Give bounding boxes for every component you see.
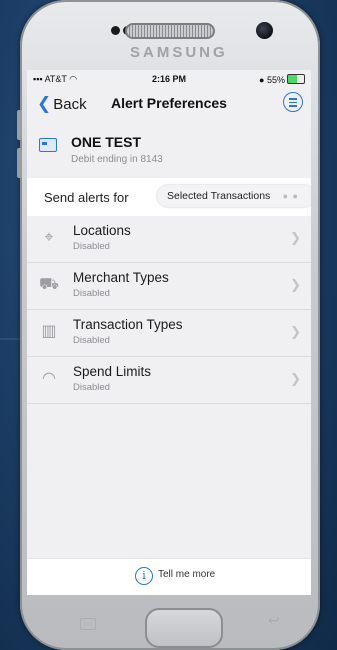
- speedometer-icon: ◠: [42, 370, 56, 387]
- page-title: Alert Preferences: [111, 95, 227, 111]
- list-item-title: Locations: [73, 223, 131, 238]
- map-pin-icon: ⌖: [44, 229, 54, 246]
- list-item-merchant-types[interactable]: ⛟ Merchant Types Disabled ❯: [27, 263, 311, 310]
- tell-me-more-footer[interactable]: i Tell me more: [27, 558, 311, 595]
- battery-icon: [287, 74, 305, 84]
- account-subtitle: Debit ending in 8143: [71, 154, 163, 165]
- info-icon: i: [135, 567, 153, 585]
- volume-button: [17, 148, 22, 178]
- status-bar: ▪▪▪ AT&T ◠ 2:16 PM ● 55%: [27, 70, 311, 88]
- sensor-dot: [111, 26, 120, 35]
- home-button[interactable]: [145, 608, 223, 648]
- list-item-transaction-types[interactable]: ▥ Transaction Types Disabled ❯: [27, 310, 311, 357]
- battery-indicator: ● 55%: [259, 74, 305, 85]
- chevron-right-icon: ❯: [290, 371, 301, 386]
- navigation-bar: ❮ Back Alert Preferences: [27, 88, 311, 118]
- alarm-icon: ●: [259, 75, 265, 85]
- list-item-status: Disabled: [73, 382, 110, 393]
- send-alerts-selector[interactable]: Selected Transactions ● ●: [157, 185, 311, 207]
- list-item-status: Disabled: [73, 288, 110, 299]
- chevron-right-icon: ❯: [290, 277, 301, 292]
- list-item-status: Disabled: [73, 335, 110, 346]
- send-alerts-selected: Selected Transactions: [167, 190, 271, 202]
- list-item-spend-limits[interactable]: ◠ Spend Limits Disabled ❯: [27, 357, 311, 404]
- list-item-locations[interactable]: ⌖ Locations Disabled ❯: [27, 216, 311, 263]
- send-alerts-label: Send alerts for: [44, 190, 129, 205]
- list-item-title: Merchant Types: [73, 270, 169, 285]
- recents-key[interactable]: [80, 618, 96, 630]
- building-icon: ▥: [41, 323, 57, 340]
- account-summary: ONE TEST Debit ending in 8143: [27, 122, 311, 174]
- menu-lines-icon[interactable]: [283, 92, 303, 112]
- shopping-cart-icon: ⛟: [39, 276, 60, 293]
- front-camera: [256, 22, 273, 39]
- list-item-title: Spend Limits: [73, 364, 152, 379]
- list-item-status: Disabled: [73, 241, 110, 252]
- device-brand: SAMSUNG: [130, 44, 228, 61]
- chevron-right-icon: ❯: [290, 230, 301, 245]
- app-screen: ▪▪▪ AT&T ◠ 2:16 PM ● 55% ❮ Back Alert Pre…: [27, 70, 311, 595]
- chevron-right-icon: ❯: [290, 324, 301, 339]
- toggle-dots-icon: ● ●: [282, 191, 299, 201]
- tell-me-more-label: Tell me more: [158, 569, 216, 580]
- send-alerts-bar: Send alerts for Selected Transactions ● …: [27, 178, 311, 216]
- list-item-title: Transaction Types: [73, 317, 183, 332]
- earpiece-speaker: [125, 23, 215, 39]
- account-name: ONE TEST: [71, 134, 142, 150]
- battery-percent: 55%: [266, 75, 285, 85]
- volume-button: [17, 110, 22, 140]
- card-icon: [39, 138, 57, 152]
- back-key-icon[interactable]: ↩: [268, 612, 280, 629]
- alert-types-list: ⌖ Locations Disabled ❯ ⛟ Merchant Types …: [27, 216, 311, 404]
